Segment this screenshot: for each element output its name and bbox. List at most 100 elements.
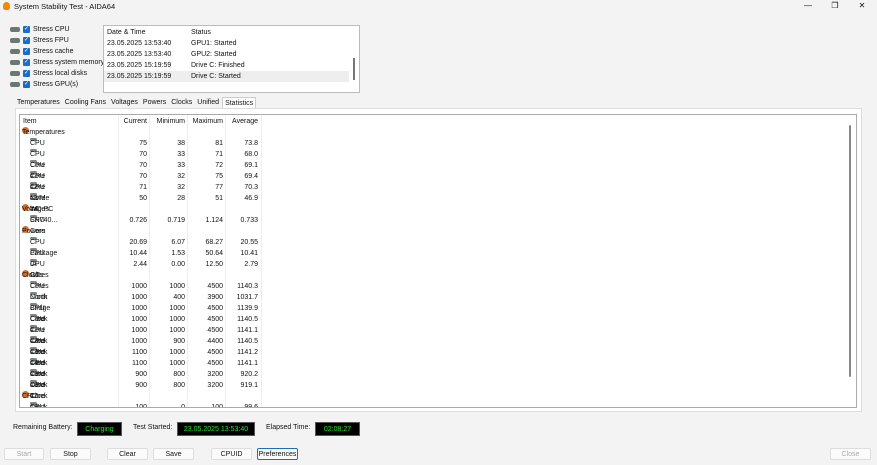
checkbox[interactable]: ✓: [23, 48, 30, 55]
table-row[interactable]: CPU Core #5 Clock 1100 1000 4500 1141.2: [20, 347, 260, 389]
checkbox[interactable]: ✓: [23, 81, 30, 88]
stress-option[interactable]: ✓ Stress system memory: [10, 57, 104, 68]
minimum-value: 800: [173, 371, 185, 378]
stop-button[interactable]: Stop: [50, 448, 91, 460]
tab-powers[interactable]: Powers: [141, 97, 168, 108]
maximum-value: 4500: [207, 360, 223, 367]
table-row[interactable]: CPU Core #3 Clock 1000 1000 4500 1141.1: [20, 325, 260, 367]
stress-label: Stress local disks: [33, 70, 88, 77]
table-row[interactable]: North Bridge Clock 1000 400 3900 1031.7: [20, 292, 260, 323]
maximum-value: 3200: [207, 382, 223, 389]
table-row[interactable]: CPU Core #2 70 33 72 69.1: [20, 160, 260, 191]
statistics-table[interactable]: Item Current Minimum Maximum Average Tem…: [19, 114, 857, 408]
current-value: 1100: [131, 360, 147, 367]
minimum-value: 1000: [169, 360, 185, 367]
start-button[interactable]: Start: [4, 448, 44, 460]
preferences-button[interactable]: Preferences: [257, 448, 298, 460]
cpuid-button[interactable]: CPUID: [211, 448, 252, 460]
average-value: 1140.5: [237, 316, 258, 323]
save-button[interactable]: Save: [153, 448, 194, 460]
col-current[interactable]: Current: [124, 116, 147, 127]
table-row[interactable]: CPU GT Cores 2.44 0.00 12.50 2.79: [20, 259, 260, 290]
checkbox[interactable]: ✓: [23, 59, 30, 66]
current-value: 1000: [131, 327, 147, 334]
col-maximum[interactable]: Maximum: [193, 116, 223, 127]
minimum-value: 400: [173, 294, 185, 301]
checkbox[interactable]: ✓: [23, 70, 30, 77]
stress-label: Stress CPU: [33, 26, 70, 33]
group-row[interactable]: Voltages: [20, 204, 260, 215]
close-window-button[interactable]: ✕: [849, 0, 875, 12]
table-row[interactable]: CPU Core #3 70 32 75 69.4: [20, 171, 260, 202]
log-status: GPU1: Started: [191, 40, 237, 47]
stress-option[interactable]: ✓ Stress cache: [10, 46, 73, 57]
log-row[interactable]: 23.05.2025 15:19:59 Drive C: Finished: [104, 60, 349, 71]
tab-cooling-fans[interactable]: Cooling Fans: [63, 97, 108, 108]
stress-option[interactable]: ✓ Stress CPU: [10, 24, 70, 35]
col-average[interactable]: Average: [232, 116, 258, 127]
group-row[interactable]: CPU: [20, 391, 260, 402]
item-name: Voltages: [22, 206, 49, 213]
table-row[interactable]: CPU Core 0.726 0.719 1.124 0.733: [20, 215, 260, 235]
stress-device-icon: [10, 38, 20, 43]
maximum-value: 4500: [207, 327, 223, 334]
table-row[interactable]: CPU Core #4 71 32 77 70.3: [20, 182, 260, 213]
minimum-value: 32: [177, 184, 185, 191]
table-row[interactable]: CPU Core #6 Clock 1100 1000 4500 1141.1: [20, 358, 260, 400]
table-row[interactable]: CPU Core #1 Clock 1000 1000 4500 1139.9: [20, 303, 260, 345]
minimum-value: 6.07: [171, 239, 185, 246]
table-row[interactable]: CPU Core #2 Clock 1000 1000 4500 1140.5: [20, 314, 260, 356]
group-row[interactable]: Temperatures: [20, 127, 260, 138]
table-row[interactable]: CPU Core #7 Clock 900 800 3200 920.2: [20, 369, 260, 407]
table-row[interactable]: CPU Core #1 70 33 71 68.0: [20, 149, 260, 180]
close-button[interactable]: Close: [830, 448, 871, 460]
table-row[interactable]: CPU Package 20.69 6.07 68.27 20.55: [20, 237, 260, 257]
table-row[interactable]: NVMe WD PC SN740... 50 28 51 46.9: [20, 193, 260, 224]
maximum-value: 75: [215, 173, 223, 180]
table-row[interactable]: CPU Core #8 Clock9008003200919.1: [20, 380, 260, 407]
stress-option[interactable]: ✓ Stress FPU: [10, 35, 69, 46]
current-value: 1000: [131, 305, 147, 312]
item-name: CPU Utilization: [30, 404, 45, 408]
table-scrollbar[interactable]: [849, 125, 851, 377]
group-row[interactable]: Clocks: [20, 270, 260, 281]
battery-label: Remaining Battery:: [13, 424, 73, 431]
clear-button[interactable]: Clear: [107, 448, 148, 460]
stress-option[interactable]: ✓ Stress local disks: [10, 68, 87, 79]
table-row[interactable]: CPU IA Cores 10.44 1.53 50.64 10.41: [20, 248, 260, 279]
tab-unified[interactable]: Unified: [195, 97, 221, 108]
stress-label: Stress GPU(s): [33, 81, 79, 88]
current-value: 20.69: [129, 239, 147, 246]
average-value: 0.733: [240, 217, 258, 224]
event-log[interactable]: Date & Time Status 23.05.2025 13:53:40 GPU…: [103, 25, 360, 93]
average-value: 10.41: [240, 250, 258, 257]
average-value: 1140.3: [237, 283, 258, 290]
log-row[interactable]: 23.05.2025 13:53:40 GPU1: Started: [104, 38, 349, 49]
item-name: CPU: [30, 140, 45, 147]
maximum-value: 68.27: [205, 239, 223, 246]
maximum-value: 77: [215, 184, 223, 191]
maximize-button[interactable]: ❐: [822, 0, 848, 12]
table-row[interactable]: CPU 75 38 81 73.8: [20, 138, 260, 149]
table-row[interactable]: CPU Utilization 100 0 100 99.6: [20, 402, 260, 408]
minimize-button[interactable]: —: [795, 0, 821, 12]
stress-option[interactable]: ✓ Stress GPU(s): [10, 79, 78, 90]
tab-statistics[interactable]: Statistics: [222, 97, 257, 108]
col-item[interactable]: Item: [23, 116, 37, 127]
window-title: System Stability Test - AIDA64: [14, 2, 116, 11]
tab-voltages[interactable]: Voltages: [109, 97, 140, 108]
log-row[interactable]: 23.05.2025 15:19:59 Drive C: Started: [104, 71, 349, 82]
minimum-value: 1000: [169, 283, 185, 290]
checkbox[interactable]: ✓: [23, 37, 30, 44]
log-scrollbar[interactable]: [353, 58, 355, 80]
tab-clocks[interactable]: Clocks: [169, 97, 194, 108]
stress-label: Stress FPU: [33, 37, 69, 44]
group-row[interactable]: Powers: [20, 226, 260, 237]
col-minimum[interactable]: Minimum: [157, 116, 185, 127]
tab-temperatures[interactable]: Temperatures: [15, 97, 62, 108]
minimum-value: 900: [173, 338, 185, 345]
log-row[interactable]: 23.05.2025 13:53:40 GPU2: Started: [104, 49, 349, 60]
table-row[interactable]: CPU Clock 1000 1000 4500 1140.3: [20, 281, 260, 301]
checkbox[interactable]: ✓: [23, 26, 30, 33]
table-row[interactable]: CPU Core #4 Clock 1000 900 4400 1140.5: [20, 336, 260, 378]
